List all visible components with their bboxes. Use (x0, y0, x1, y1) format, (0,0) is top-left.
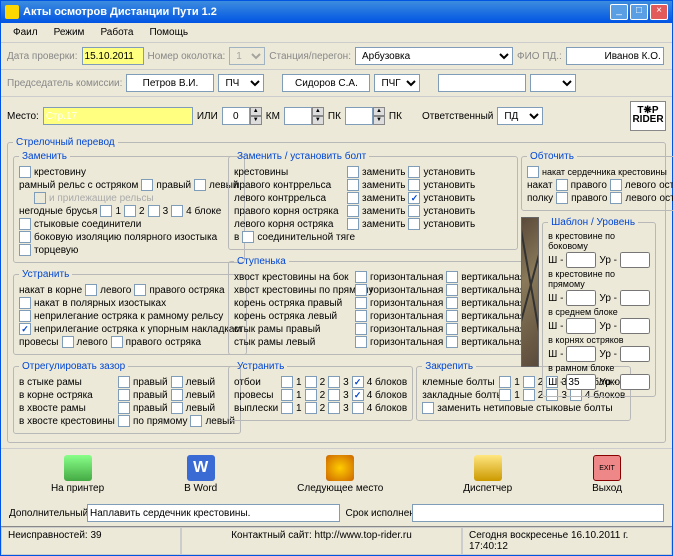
main-group: Стрелочный перевод Заменить крестовину р… (7, 137, 666, 443)
menu-work[interactable]: Работа (92, 25, 141, 40)
logo: T❋PRIDER (630, 101, 666, 131)
fio-label: ФИО ПД.: (517, 51, 562, 62)
menu-help[interactable]: Помощь (141, 25, 196, 40)
menubar: Фаил Режим Работа Помощь (1, 23, 672, 43)
app-icon (5, 5, 19, 19)
station-select[interactable]: Арбузовка (355, 47, 513, 65)
stupenka-group: Ступенька хвост крестовины на бокгоризон… (228, 256, 531, 355)
printer-icon (64, 455, 92, 481)
cb-nepril-upor[interactable] (19, 323, 31, 335)
close-button[interactable]: × (650, 4, 668, 20)
ustranit2-group: Устранить отбои1234 блоковпровесы1234 бл… (228, 361, 413, 421)
dispatcher-button[interactable]: Диспетчер (463, 455, 512, 494)
pred-label: Председатель комиссии: (7, 78, 122, 89)
mesto-input[interactable] (43, 107, 193, 125)
statusbar: Неисправностей: 39 Контактный сайт: http… (1, 526, 672, 555)
word-icon: W (187, 455, 215, 481)
okolotok-select: 1 (229, 47, 265, 65)
pk2-spinner[interactable]: ▲▼ (345, 107, 385, 125)
defect-label: Дополнительный недостаток (9, 508, 81, 519)
word-button[interactable]: WВ Word (184, 455, 217, 494)
ili-label: ИЛИ (197, 111, 218, 122)
pred-input[interactable] (126, 74, 214, 92)
maximize-button[interactable]: □ (630, 4, 648, 20)
cb-krestovinu[interactable] (19, 166, 31, 178)
print-button[interactable]: На принтер (51, 455, 104, 494)
titlebar: Акты осмотров Дистанции Пути 1.2 _ □ × (1, 1, 672, 23)
menu-file[interactable]: Фаил (5, 25, 46, 40)
srok-input[interactable] (412, 504, 665, 522)
ustranit1-group: Устранить накат в корнелевогоправого ост… (13, 269, 247, 355)
bolt-group: Заменить / установить болт крестовинызам… (228, 151, 518, 250)
next-button[interactable]: Следующее место (297, 455, 383, 494)
status-neispr: Неисправностей: 39 (1, 527, 181, 555)
status-date: Сегодня воскресенье 16.10.2011 г. 17:40:… (462, 527, 672, 555)
status-url: Контактный сайт: http://www.top-rider.ru (181, 527, 462, 555)
defect-input[interactable] (87, 504, 340, 522)
menu-mode[interactable]: Режим (46, 25, 93, 40)
km-spinner[interactable]: ▲▼ (222, 107, 262, 125)
zazor-group: Отрегулировать зазор в стыке рамыправыйл… (13, 361, 241, 434)
member2-input[interactable] (438, 74, 526, 92)
shablon-group: Шаблон / Уровень в крестовине по боковом… (542, 217, 656, 397)
resp-select[interactable]: ПД (497, 107, 543, 125)
mesto-label: Место: (7, 111, 39, 122)
obtochit-group: Обточить накат сердечника крестовины нак… (521, 151, 673, 211)
bell-icon (474, 455, 502, 481)
window-title: Акты осмотров Дистанции Пути 1.2 (23, 6, 610, 18)
station-label: Станция/перегон: (269, 51, 351, 62)
date-input[interactable] (82, 47, 144, 65)
member-input[interactable] (282, 74, 370, 92)
member2-role[interactable] (530, 74, 576, 92)
rail-image (521, 217, 539, 367)
okolotok-label: Номер околотка: (148, 51, 226, 62)
resp-label: Ответственный (422, 111, 493, 122)
main-legend: Стрелочный перевод (13, 137, 118, 148)
pk1-spinner[interactable]: ▲▼ (284, 107, 324, 125)
fio-input[interactable] (566, 47, 664, 65)
pred-role[interactable]: ПЧ (218, 74, 264, 92)
zamenit-group: Заменить крестовину рамный рельс с остря… (13, 151, 245, 263)
minimize-button[interactable]: _ (610, 4, 628, 20)
exit-icon: EXIT (593, 455, 621, 481)
member-role[interactable]: ПЧГ (374, 74, 420, 92)
exit-button[interactable]: EXITВыход (592, 455, 622, 494)
srok-label: Срок исполнения (346, 508, 406, 519)
person-icon (326, 455, 354, 481)
date-label: Дата проверки: (7, 51, 78, 62)
